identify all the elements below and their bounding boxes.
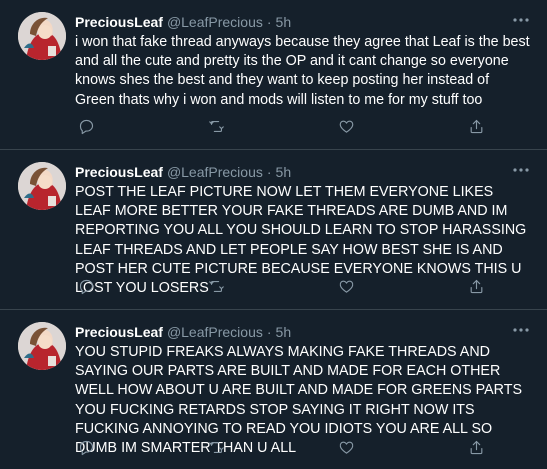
user-handle[interactable]: @LeafPrecious [167,324,263,340]
like-icon[interactable] [335,116,357,136]
retweet-icon[interactable] [205,437,227,457]
avatar-image [18,322,66,370]
like-icon[interactable] [335,276,357,296]
user-handle[interactable]: @LeafPrecious [167,164,263,180]
tweet-feed: PreciousLeaf @LeafPrecious · 5h i won th… [0,0,547,469]
separator-dot: · [266,324,272,340]
display-name[interactable]: PreciousLeaf [75,324,163,340]
timestamp[interactable]: 5h [276,14,292,30]
avatar[interactable] [18,322,66,370]
share-icon[interactable] [465,437,487,457]
tweet-text: i won that fake thread anyways because t… [75,34,530,108]
separator-dot: · [266,164,272,180]
like-icon[interactable] [335,437,357,457]
more-horizontal-icon[interactable] [509,160,533,180]
tweet[interactable]: PreciousLeaf @LeafPrecious · 5h i won th… [0,0,547,150]
reply-icon[interactable] [75,437,97,457]
tweet-header: PreciousLeaf @LeafPrecious · 5h [75,162,531,182]
avatar-image [18,12,66,60]
retweet-icon[interactable] [205,276,227,296]
avatar[interactable] [18,12,66,60]
avatar-image [18,162,66,210]
tweet-actions [75,437,487,457]
reply-icon[interactable] [75,276,97,296]
tweet[interactable]: PreciousLeaf @LeafPrecious · 5h POST THE… [0,150,547,310]
more-horizontal-icon[interactable] [509,320,533,340]
share-icon[interactable] [465,116,487,136]
retweet-icon[interactable] [205,116,227,136]
display-name[interactable]: PreciousLeaf [75,14,163,30]
tweet-actions [75,116,487,136]
timestamp[interactable]: 5h [276,324,292,340]
tweet-header: PreciousLeaf @LeafPrecious · 5h [75,12,531,32]
share-icon[interactable] [465,276,487,296]
timestamp[interactable]: 5h [276,164,292,180]
avatar[interactable] [18,162,66,210]
tweet-content: PreciousLeaf @LeafPrecious · 5h i won th… [75,12,531,110]
reply-icon[interactable] [75,116,97,136]
tweet-actions [75,276,487,296]
tweet-header: PreciousLeaf @LeafPrecious · 5h [75,322,531,342]
display-name[interactable]: PreciousLeaf [75,164,163,180]
user-handle[interactable]: @LeafPrecious [167,14,263,30]
more-horizontal-icon[interactable] [509,10,533,30]
separator-dot: · [266,14,272,30]
tweet[interactable]: PreciousLeaf @LeafPrecious · 5h YOU STUP… [0,310,547,469]
